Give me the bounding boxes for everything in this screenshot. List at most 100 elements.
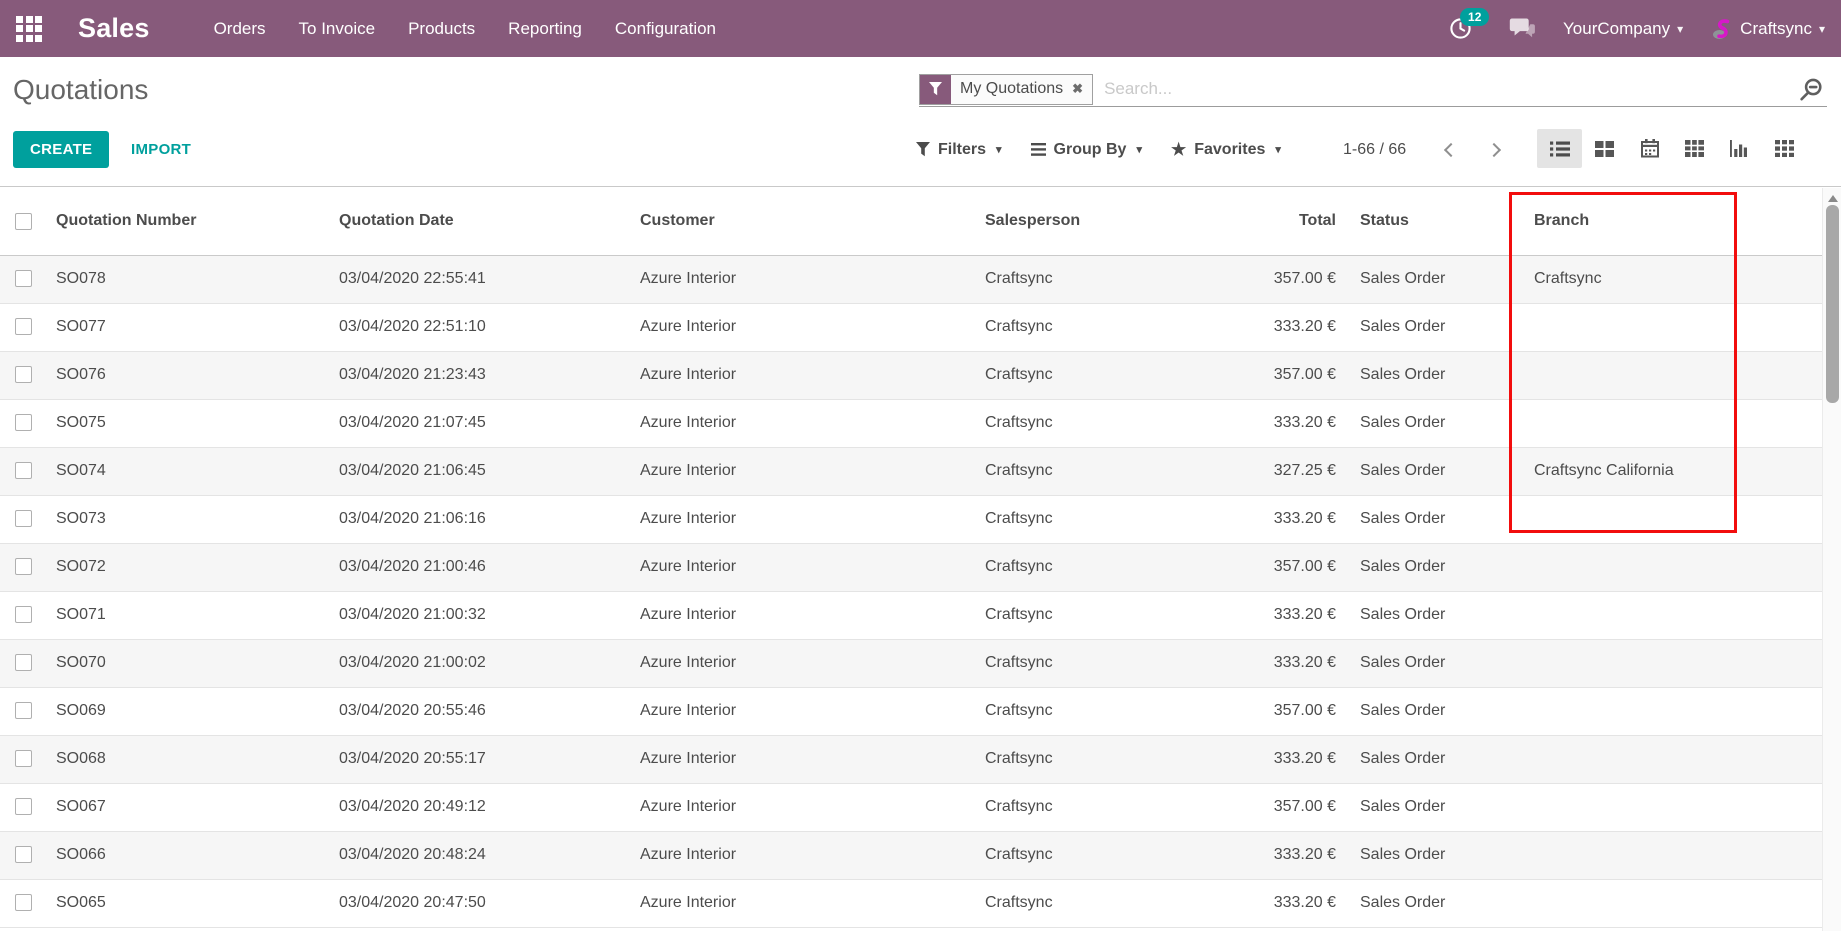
row-checkbox[interactable] (15, 366, 32, 383)
cell-status: Sales Order (1336, 639, 1513, 687)
cell-quotation-number: SO077 (46, 303, 339, 351)
row-checkbox[interactable] (15, 558, 32, 575)
quotation-row[interactable]: SO070 03/04/2020 21:00:02 Azure Interior… (0, 639, 1822, 687)
col-quotation-date[interactable]: Quotation Date (339, 188, 640, 255)
col-status[interactable]: Status (1336, 188, 1513, 255)
cell-total: 333.20 € (1180, 831, 1336, 879)
cell-salesperson: Craftsync (985, 255, 1180, 303)
row-checkbox[interactable] (15, 606, 32, 623)
chat-bubbles-icon (1509, 17, 1536, 40)
row-checkbox[interactable] (15, 270, 32, 287)
user-menu[interactable]: Craftsync ▾ (1710, 17, 1825, 40)
cell-quotation-date: 03/04/2020 20:47:50 (339, 879, 640, 927)
col-branch[interactable]: Branch (1513, 188, 1740, 255)
col-quotation-number[interactable]: Quotation Number (46, 188, 339, 255)
row-checkbox[interactable] (15, 846, 32, 863)
cell-customer: Azure Interior (640, 831, 985, 879)
pager-next-icon[interactable] (1487, 142, 1501, 156)
pivot-view-button[interactable] (1672, 129, 1717, 168)
menu-to-invoice[interactable]: To Invoice (299, 19, 376, 39)
search-icon[interactable] (1798, 76, 1827, 103)
quotation-row[interactable]: SO075 03/04/2020 21:07:45 Azure Interior… (0, 399, 1822, 447)
calendar-view-button[interactable] (1627, 129, 1672, 168)
quotation-row[interactable]: SO065 03/04/2020 20:47:50 Azure Interior… (0, 879, 1822, 927)
cell-customer: Azure Interior (640, 255, 985, 303)
row-checkbox[interactable] (15, 894, 32, 911)
quotation-row[interactable]: SO068 03/04/2020 20:55:17 Azure Interior… (0, 735, 1822, 783)
cell-branch (1513, 543, 1740, 591)
cell-branch (1513, 303, 1740, 351)
cell-filler (1740, 495, 1822, 543)
favorites-dropdown[interactable]: ★ Favorites ▾ (1171, 141, 1281, 159)
quotations-list: Quotation Number Quotation Date Customer… (0, 188, 1822, 928)
activity-clock-icon[interactable]: 12 (1449, 17, 1472, 40)
quotation-row[interactable]: SO072 03/04/2020 21:00:46 Azure Interior… (0, 543, 1822, 591)
quotation-row[interactable]: SO076 03/04/2020 21:23:43 Azure Interior… (0, 351, 1822, 399)
cell-total: 333.20 € (1180, 591, 1336, 639)
cell-total: 333.20 € (1180, 639, 1336, 687)
cell-quotation-date: 03/04/2020 21:23:43 (339, 351, 640, 399)
import-button[interactable]: IMPORT (121, 131, 201, 168)
quotation-row[interactable]: SO067 03/04/2020 20:49:12 Azure Interior… (0, 783, 1822, 831)
row-checkbox[interactable] (15, 462, 32, 479)
quotation-row[interactable]: SO069 03/04/2020 20:55:46 Azure Interior… (0, 687, 1822, 735)
row-checkbox[interactable] (15, 510, 32, 527)
cell-customer: Azure Interior (640, 447, 985, 495)
company-switcher[interactable]: YourCompany ▾ (1563, 19, 1683, 39)
vertical-scrollbar[interactable] (1822, 188, 1841, 931)
cell-quotation-number: SO068 (46, 735, 339, 783)
messages-icon[interactable] (1509, 17, 1536, 40)
calendar-icon (1640, 139, 1660, 158)
row-checkbox[interactable] (15, 702, 32, 719)
cell-branch (1513, 351, 1740, 399)
activity-view-button[interactable] (1762, 129, 1807, 168)
scroll-up-arrow-icon[interactable] (1828, 195, 1838, 202)
quotation-row[interactable]: SO074 03/04/2020 21:06:45 Azure Interior… (0, 447, 1822, 495)
cell-customer: Azure Interior (640, 687, 985, 735)
col-customer[interactable]: Customer (640, 188, 985, 255)
cell-quotation-date: 03/04/2020 21:00:46 (339, 543, 640, 591)
row-checkbox[interactable] (15, 750, 32, 767)
menu-orders[interactable]: Orders (214, 19, 266, 39)
col-total[interactable]: Total (1180, 188, 1336, 255)
quotation-row[interactable]: SO077 03/04/2020 22:51:10 Azure Interior… (0, 303, 1822, 351)
row-checkbox[interactable] (15, 318, 32, 335)
graph-view-button[interactable] (1717, 129, 1762, 168)
cell-quotation-number: SO069 (46, 687, 339, 735)
cell-total: 333.20 € (1180, 879, 1336, 927)
cell-total: 333.20 € (1180, 399, 1336, 447)
cell-customer: Azure Interior (640, 543, 985, 591)
row-checkbox[interactable] (15, 798, 32, 815)
cell-salesperson: Craftsync (985, 783, 1180, 831)
cell-filler (1740, 447, 1822, 495)
apps-menu-icon[interactable] (16, 16, 42, 42)
cell-salesperson: Craftsync (985, 735, 1180, 783)
cell-salesperson: Craftsync (985, 831, 1180, 879)
app-brand[interactable]: Sales (78, 13, 150, 44)
quotation-row[interactable]: SO071 03/04/2020 21:00:32 Azure Interior… (0, 591, 1822, 639)
col-salesperson[interactable]: Salesperson (985, 188, 1180, 255)
quotation-row[interactable]: SO066 03/04/2020 20:48:24 Azure Interior… (0, 831, 1822, 879)
row-checkbox[interactable] (15, 654, 32, 671)
group-by-dropdown[interactable]: Group By ▾ (1031, 141, 1142, 159)
kanban-view-button[interactable] (1582, 129, 1627, 168)
quotation-row[interactable]: SO073 03/04/2020 21:06:16 Azure Interior… (0, 495, 1822, 543)
search-input[interactable] (1093, 79, 1798, 99)
group-by-bars-icon (1031, 143, 1046, 156)
facet-remove-icon[interactable]: ✖ (1070, 75, 1092, 104)
list-view-button[interactable] (1537, 129, 1582, 168)
chevron-down-icon: ▾ (996, 143, 1002, 156)
scrollbar-thumb[interactable] (1826, 205, 1839, 403)
row-checkbox[interactable] (15, 414, 32, 431)
filters-dropdown[interactable]: Filters ▾ (916, 141, 1002, 159)
quotation-row[interactable]: SO078 03/04/2020 22:55:41 Azure Interior… (0, 255, 1822, 303)
menu-products[interactable]: Products (408, 19, 475, 39)
cell-quotation-date: 03/04/2020 21:00:32 (339, 591, 640, 639)
cell-branch: Craftsync (1513, 255, 1740, 303)
menu-configuration[interactable]: Configuration (615, 19, 716, 39)
menu-reporting[interactable]: Reporting (508, 19, 582, 39)
pager-previous-icon[interactable] (1444, 142, 1458, 156)
create-button[interactable]: CREATE (13, 131, 109, 168)
select-all-checkbox[interactable] (15, 213, 32, 230)
cell-quotation-date: 03/04/2020 21:06:45 (339, 447, 640, 495)
